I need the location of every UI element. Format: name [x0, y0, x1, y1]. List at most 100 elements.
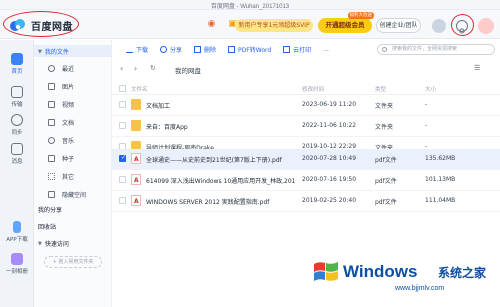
share-label: 分享 [170, 47, 183, 54]
seed-icon [48, 155, 55, 162]
sidebar-item-image[interactable]: 图片 [48, 82, 74, 91]
sidebar-item-label: 视频 [62, 102, 75, 109]
pdf-glyph: A [134, 198, 139, 205]
sidebar-item-document[interactable]: 文档 [48, 118, 74, 127]
avatar[interactable] [432, 19, 446, 33]
more-label: ... [323, 46, 329, 53]
table-row[interactable]: A WINDOWS SERVER 2012 実践配置指南.pdf 2019-02… [112, 191, 500, 212]
sidebar-item-other[interactable]: 其它 [48, 172, 74, 181]
sidebar-heading: 我的文件 [44, 49, 69, 56]
sidebar-item-label: 最近 [62, 66, 75, 73]
table-row[interactable]: 来自：百度App 2022-11-06 10:22 文件夹 - [112, 116, 500, 137]
rail-item-home[interactable]: 首页 [0, 53, 34, 75]
printer-icon [283, 46, 291, 53]
rail-label: 同步 [11, 130, 23, 136]
row-checkbox[interactable] [119, 122, 126, 129]
share-button[interactable]: 分享 [160, 45, 182, 54]
file-date: 2020-07-28 10:49 [302, 155, 357, 162]
sidebar-item-seed[interactable]: 种子 [48, 154, 74, 163]
table-row-selected[interactable]: ✓ A 全球通史——从史前史到21世纪(第7版上下册).pdf 2020-07-… [112, 149, 500, 170]
mascot-avatar[interactable] [478, 18, 494, 34]
title-bar: 百度网盘 - Wuhan_20171013 [0, 0, 500, 10]
download-icon [126, 46, 133, 53]
rail-label: 首页 [11, 69, 23, 75]
select-all-checkbox[interactable] [119, 85, 126, 92]
header-date[interactable]: 修改时间 [302, 85, 324, 93]
breadcrumb: ‹ › ↻ 我的网盘 ☰ [112, 62, 500, 77]
file-name[interactable]: WINDOWS SERVER 2012 実践配置指南.pdf [146, 197, 296, 206]
more-button[interactable]: ... [323, 46, 329, 53]
row-checkbox[interactable] [119, 101, 126, 108]
sidebar-recycle[interactable]: 回收站 [38, 222, 56, 231]
video-icon [48, 101, 55, 108]
rail-item-transfer[interactable]: 传输 [0, 86, 34, 108]
sidebar-item-hidden-space[interactable]: 隐藏空间 [48, 190, 86, 199]
search-input[interactable]: 搜索我的文件，全网资源搜索 [377, 44, 495, 55]
row-checkbox[interactable]: ✓ [119, 154, 127, 162]
more-icon [48, 173, 55, 180]
file-date: 2019-02-25 20:40 [302, 197, 357, 204]
rail-label: 消息 [11, 159, 23, 165]
watermark-url: www.bjjmlv.com [395, 285, 445, 292]
file-name[interactable]: 614099 深入浅出Windows 10通用应用开发_林政,2016... [146, 176, 296, 185]
rail-item-sync[interactable]: 同步 [0, 114, 34, 136]
rail-item-album[interactable]: 一刻相册 [0, 253, 34, 275]
header-size[interactable]: 大小 [425, 85, 436, 93]
cloud-print-button[interactable]: 云打印 [283, 45, 311, 54]
sidebar-item-video[interactable]: 视频 [48, 100, 74, 109]
highlight-logo-ellipse [3, 11, 79, 37]
header-name[interactable]: 文件名 [131, 85, 148, 93]
header-type[interactable]: 类型 [375, 85, 386, 93]
sidebar-my-share[interactable]: 我的分享 [38, 205, 62, 214]
file-name[interactable]: 来自：百度App [146, 122, 296, 131]
svip-promo-banner[interactable]: 新用户专享1元领超级SVIP [235, 19, 313, 32]
image-icon [48, 83, 55, 90]
breadcrumb-path[interactable]: 我的网盘 [175, 65, 201, 75]
table-row[interactable]: A 614099 深入浅出Windows 10通用应用开发_林政,2016...… [112, 170, 500, 191]
open-svip-button[interactable]: 开通超级会员 福利大放送 [318, 12, 374, 33]
sidebar-my-files[interactable]: ▼ 我的文件 [38, 47, 69, 57]
table-row[interactable]: 文档加工 2023-06-19 11:20 文件夹 - [112, 95, 500, 116]
rail-label: APP下载 [6, 237, 28, 243]
game-icon[interactable]: ◉ [206, 19, 217, 30]
caret-down-icon: ▼ [38, 48, 42, 55]
check-icon: ✓ [121, 154, 127, 161]
add-folder-button[interactable]: + 拖入常用文件夹 [44, 256, 102, 268]
pdf-to-word-label: PDF转Word [238, 47, 272, 54]
message-icon [11, 143, 23, 155]
refresh-icon[interactable]: ↻ [150, 64, 156, 72]
sidebar-item-recent[interactable]: 最近 [48, 64, 74, 73]
file-name[interactable]: 文档加工 [146, 101, 296, 110]
folder-icon [131, 120, 141, 131]
file-name[interactable]: 全球通史——从史前史到21世纪(第7版上下册).pdf [146, 155, 296, 164]
music-icon [48, 137, 55, 144]
document-icon [48, 119, 55, 126]
clock-icon [48, 65, 55, 72]
file-size: 101.13MB [425, 176, 456, 183]
file-type: 文件夹 [375, 124, 394, 131]
rail-label: 传输 [11, 102, 23, 108]
back-arrow-icon[interactable]: ‹ [120, 64, 123, 73]
rail-item-app-download[interactable]: APP下载 [0, 221, 34, 243]
svip-tag: 福利大放送 [347, 12, 374, 19]
window-title: 百度网盘 - Wuhan_20171013 [210, 4, 290, 10]
rail-item-message[interactable]: 消息 [0, 143, 34, 165]
top-icons: ◉ ▣ [206, 19, 238, 30]
pdf-to-word-button[interactable]: PDF转Word [228, 45, 271, 54]
sidebar-item-music[interactable]: 音乐 [48, 136, 74, 145]
file-type: pdf文件 [375, 157, 397, 164]
rail-label: 一刻相册 [5, 269, 28, 275]
phone-icon [13, 221, 21, 233]
row-checkbox[interactable] [119, 176, 126, 183]
download-button[interactable]: 下载 [126, 45, 148, 54]
row-checkbox[interactable] [119, 197, 126, 204]
sidebar-quick-access[interactable]: ▼ 快速访问 [38, 239, 69, 249]
forward-arrow-icon[interactable]: › [134, 64, 137, 73]
share-icon [160, 46, 168, 53]
windows-logo-icon [314, 262, 338, 281]
sidebar-item-label: 图片 [62, 84, 75, 91]
watermark-cn: 系统之家 [438, 266, 487, 280]
view-list-icon[interactable]: ☰ [474, 64, 480, 72]
create-enterprise-button[interactable]: 创建企业/团队 [376, 18, 421, 33]
delete-button[interactable]: 删除 [194, 45, 216, 54]
